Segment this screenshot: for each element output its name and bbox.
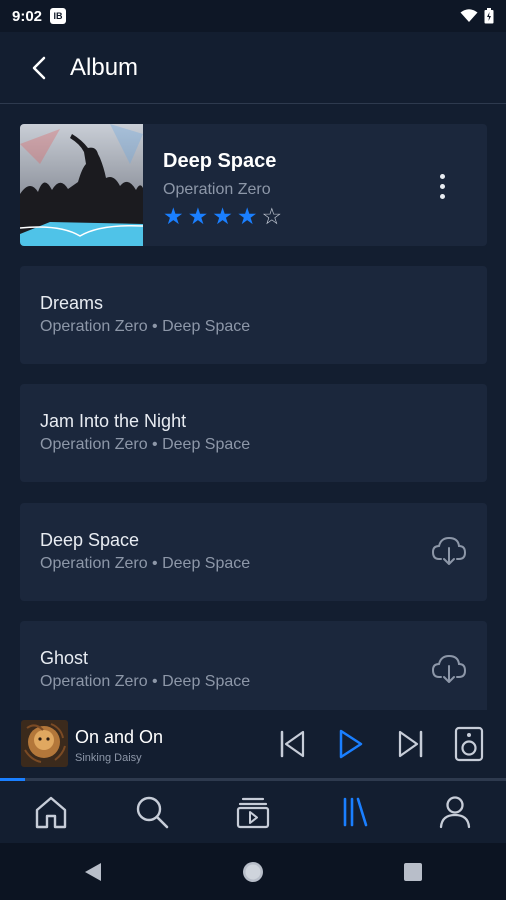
track-title: Jam Into the Night (40, 411, 187, 431)
track-item[interactable]: Dreams Operation Zero • Deep Space (20, 266, 487, 364)
track-item[interactable]: Deep Space Operation Zero • Deep Space (20, 503, 487, 601)
bottom-nav (0, 781, 506, 843)
star-filled-icon[interactable]: ★ (237, 204, 258, 228)
nav-videos[interactable] (223, 782, 283, 842)
album-card: Deep Space Operation Zero ★ ★ ★ ★ ☆ (20, 124, 487, 246)
star-empty-icon[interactable]: ☆ (262, 204, 283, 228)
home-icon (35, 796, 66, 829)
triangle-back-icon (85, 862, 101, 881)
track-subtitle: Operation Zero • Deep Space (40, 318, 251, 335)
more-dot (439, 193, 445, 199)
profile-icon (440, 796, 471, 829)
circle-home-icon (243, 861, 263, 882)
now-playing-artist: Sinking Daisy (75, 752, 142, 764)
track-subtitle: Operation Zero • Deep Space (40, 555, 251, 572)
nav-search[interactable] (122, 782, 182, 842)
system-back-button[interactable] (73, 852, 113, 892)
track-title: Dreams (40, 293, 104, 313)
status-bar: 9:02 IB (0, 0, 506, 32)
track-item[interactable]: Jam Into the Night Operation Zero • Deep… (20, 384, 487, 482)
track-subtitle: Operation Zero • Deep Space (40, 673, 251, 690)
more-dot (439, 183, 445, 189)
play-icon[interactable] (332, 726, 368, 762)
cloud-download-icon[interactable] (431, 533, 467, 569)
square-recents-icon (404, 862, 422, 881)
search-icon (136, 796, 169, 829)
status-time: 9:02 (12, 7, 43, 25)
star-filled-icon[interactable]: ★ (163, 204, 184, 228)
track-title: Deep Space (40, 530, 140, 550)
system-nav-bar (0, 843, 506, 900)
star-filled-icon[interactable]: ★ (188, 204, 209, 228)
battery-icon (484, 8, 494, 24)
cloud-download-icon[interactable] (431, 651, 467, 687)
videos-icon (236, 797, 270, 829)
nav-profile[interactable] (425, 782, 485, 842)
nav-home[interactable] (21, 782, 81, 842)
track-subtitle: Operation Zero • Deep Space (40, 436, 251, 453)
back-arrow-icon (32, 56, 46, 79)
page-title: Album (70, 53, 139, 81)
album-artist: Operation Zero (163, 181, 271, 198)
track-item[interactable]: Ghost Operation Zero • Deep Space (20, 621, 487, 719)
star-filled-icon[interactable]: ★ (212, 204, 233, 228)
system-recents-button[interactable] (393, 852, 433, 892)
skip-previous-icon[interactable] (274, 726, 310, 762)
skip-next-icon[interactable] (393, 726, 429, 762)
now-playing-title: On and On (75, 727, 164, 747)
system-home-button[interactable] (233, 852, 273, 892)
rating-stars[interactable]: ★ ★ ★ ★ ☆ (163, 204, 282, 228)
track-title: Ghost (40, 648, 89, 668)
more-options-button[interactable] (427, 166, 457, 206)
more-dot (439, 173, 445, 179)
speaker-icon[interactable] (451, 726, 487, 762)
library-icon (343, 797, 368, 827)
mini-player[interactable]: On and On Sinking Daisy (0, 710, 506, 780)
wifi-icon (460, 9, 478, 22)
back-button[interactable] (10, 38, 70, 98)
notification-badge: IB (50, 8, 67, 24)
app-bar: Album (0, 32, 506, 104)
album-title: Deep Space (163, 150, 277, 172)
album-art (20, 124, 143, 246)
now-playing-art (21, 720, 68, 767)
nav-library[interactable] (324, 782, 384, 842)
